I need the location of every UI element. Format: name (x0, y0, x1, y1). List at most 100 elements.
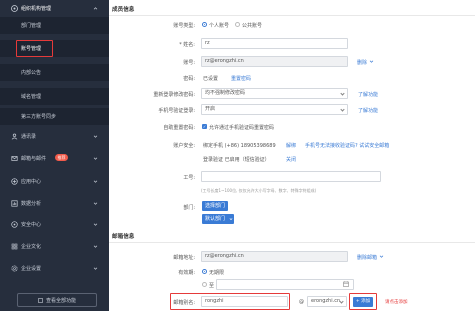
default-dept-label: 默认部门 (205, 216, 226, 222)
org-icon (11, 4, 18, 12)
employee-id-label: 工号: (183, 175, 195, 181)
mail-icon (11, 155, 18, 162)
radio-forever-label: 无期限 (209, 270, 225, 276)
sidebar-item-domain[interactable]: 域名管理 (0, 88, 109, 105)
calendar-icon (343, 281, 349, 287)
password-status: 已设置 (203, 76, 219, 82)
sidebar-group-label: 数据分析 (21, 200, 42, 207)
chevron-up-icon (93, 6, 98, 10)
view-all-features-button[interactable]: 查看全部功能 (17, 293, 97, 307)
radio-forever[interactable] (202, 269, 207, 274)
unbind-link[interactable]: 解绑 (286, 142, 296, 149)
self-reset-text: 允许通过手机验证码重置密码 (209, 125, 275, 131)
sidebar-item-label: 内部公告 (21, 70, 42, 76)
phone-verify-select[interactable]: 开启 (201, 104, 348, 115)
select-dept-button[interactable]: 选择部门 (202, 201, 229, 211)
sidebar-group-label: 企业文化 (21, 243, 42, 250)
account-input: rz@erongzhi.cn (201, 56, 348, 67)
relogin-select[interactable]: 均不强制修改密码 (201, 88, 348, 99)
employee-id-input[interactable] (201, 171, 381, 182)
divider (109, 15, 475, 16)
validity-date-input[interactable] (216, 279, 354, 290)
sidebar-group-settings[interactable]: 企业设置 (0, 260, 109, 276)
learn-more-link[interactable]: 了解功能 (358, 91, 378, 98)
account-type-label: 账号类型: (173, 23, 195, 29)
sidebar-group-label: 应用中心 (21, 178, 42, 185)
sidebar-group-label: 安全中心 (21, 221, 42, 228)
radio-personal-label: 个人账号 (209, 23, 230, 29)
chevron-down-icon (93, 180, 98, 183)
password-label: 密码: (183, 76, 195, 82)
recommend-badge: 推荐 (55, 154, 68, 161)
sidebar-group-security[interactable]: 安全中心 (0, 216, 109, 232)
culture-icon (11, 243, 18, 250)
chevron-down-icon (93, 223, 98, 226)
contacts-icon (11, 133, 18, 140)
validity-label: 有效期: (178, 270, 195, 276)
phone-verify-label: 手机号验证登录: (158, 108, 195, 114)
sidebar-group-label: 组织机构管理 (21, 5, 52, 12)
grid-icon (38, 297, 43, 303)
name-input[interactable]: rz (201, 38, 348, 49)
employee-id-hint: (工号长度1~100位, 仅仅允许大小写字母、数字、特殊字符组成) (201, 188, 317, 193)
account-label: 账号: (183, 60, 195, 66)
sidebar-item-label: 部门管理 (21, 23, 42, 29)
dept-label: 部门: (183, 205, 195, 211)
delete-mailbox-link[interactable]: 删除邮箱 (357, 254, 377, 261)
chevron-down-icon (379, 255, 384, 258)
sidebar-item-dept[interactable]: 部门管理 (0, 17, 109, 34)
self-reset-checkbox[interactable]: ✓ (202, 124, 207, 129)
relogin-label: 重新登录修改密码: (153, 92, 195, 98)
radio-until-label: 至 (209, 283, 215, 289)
highlight-box (16, 40, 53, 57)
self-reset-label: 自助重置密码: (163, 125, 195, 131)
sidebar-item-third-party[interactable]: 第三方账号同步 (0, 108, 109, 125)
phone-unavailable-link[interactable]: 手机号无法接收验证码? 试试安全邮箱 (305, 142, 389, 149)
close-verify-link[interactable]: 关闭 (286, 156, 296, 163)
sidebar-group-mail[interactable]: 邮箱与邮件 推荐 (0, 150, 109, 166)
domain-select[interactable]: erongzhi.cn (307, 296, 347, 307)
sidebar-group-label: 邮箱与邮件 (21, 155, 47, 162)
sidebar-group-label: 企业设置 (21, 265, 42, 272)
radio-public[interactable] (235, 22, 240, 27)
sidebar: 组织机构管理 部门管理 账号管理 内部公告 域名管理 第三方账号同步 通讯录 邮… (0, 0, 109, 311)
sidebar-group-contacts[interactable]: 通讯录 (0, 128, 109, 144)
login-verify-status: 登录验证 已启用（短信验证） (203, 157, 270, 163)
sidebar-group-org[interactable]: 组织机构管理 (0, 0, 109, 16)
mail-address-label: 邮箱地址: (173, 255, 195, 261)
sidebar-group-label: 通讯录 (21, 133, 37, 140)
sidebar-item-notice[interactable]: 内部公告 (0, 64, 109, 81)
divider (109, 242, 475, 243)
sidebar-group-apps[interactable]: 应用中心 (0, 173, 109, 189)
learn-more-link-2[interactable]: 了解功能 (358, 107, 378, 114)
mail-address-input: rz@erongzhi.cn (201, 251, 348, 262)
security-label: 账户安全: (173, 143, 195, 149)
radio-public-label: 公共账号 (242, 23, 263, 29)
sidebar-group-analytics[interactable]: 数据分析 (0, 195, 109, 211)
sidebar-item-label: 第三方账号同步 (21, 114, 57, 120)
gear-icon (11, 265, 18, 272)
add-alias-button[interactable]: + 添加 (353, 297, 373, 307)
shield-icon (11, 220, 18, 228)
reset-password-link[interactable]: 重置密码 (231, 75, 251, 82)
radio-personal[interactable] (202, 22, 207, 27)
chevron-down-icon (93, 135, 98, 138)
chevron-down-icon (93, 267, 98, 270)
chevron-down-icon (93, 157, 98, 160)
radio-until[interactable] (202, 282, 207, 287)
chevron-down-icon (93, 245, 98, 248)
member-info-title: 成员信息 (112, 7, 135, 13)
bound-phone: 绑定手机 (+86) 18905398689 (203, 143, 276, 149)
delete-account-link[interactable]: 删除 (357, 59, 367, 66)
name-label: * 姓名: (150, 41, 195, 48)
chart-icon (11, 199, 18, 207)
sidebar-item-label: 域名管理 (21, 94, 42, 100)
mail-info-title: 邮箱信息 (112, 234, 135, 240)
apps-icon (11, 177, 18, 185)
at-sign: @ (299, 299, 304, 305)
alias-input[interactable]: rongzhi (201, 296, 288, 307)
name-label-text: * 姓名: (179, 42, 195, 48)
add-hint: 请点击添加 (385, 300, 408, 305)
sidebar-group-culture[interactable]: 企业文化 (0, 238, 109, 254)
chevron-down-icon (93, 202, 98, 205)
